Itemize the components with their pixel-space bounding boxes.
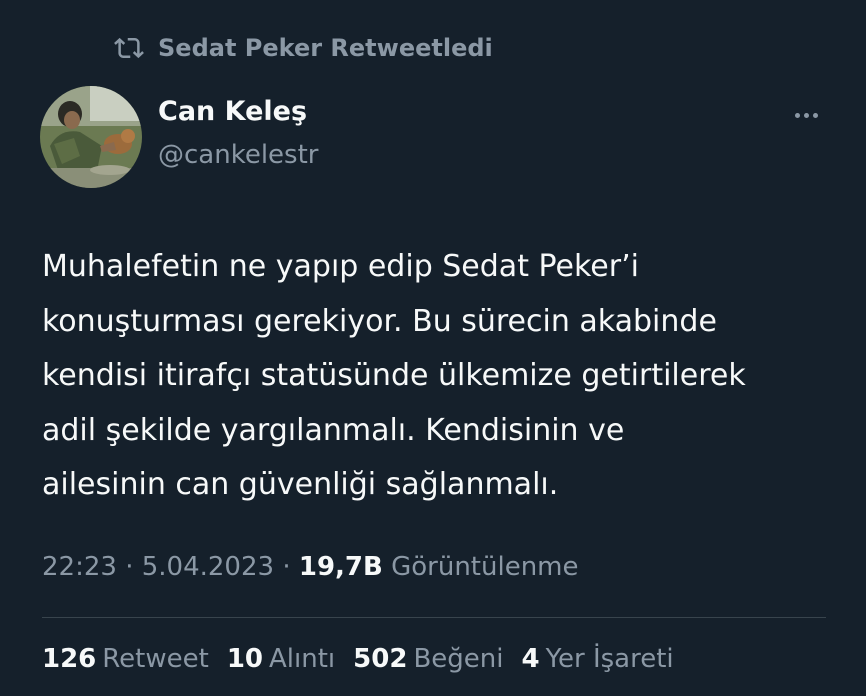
tweet-card: Sedat Peker Retweetledi Can Keleş @canke… xyxy=(0,0,866,696)
tweet-date[interactable]: 5.04.2023 xyxy=(142,552,274,582)
retweet-header[interactable]: Sedat Peker Retweetledi xyxy=(114,32,493,64)
quotes-stat[interactable]: 10 Alıntı xyxy=(227,644,335,674)
likes-label: Beğeni xyxy=(413,644,504,674)
tweet-meta: 22:23 · 5.04.2023 · 19,7B Görüntülenme xyxy=(42,552,579,582)
likes-count: 502 xyxy=(353,644,408,674)
quotes-count: 10 xyxy=(226,644,264,674)
likes-stat[interactable]: 502 Beğeni xyxy=(353,644,503,674)
tweet-time[interactable]: 22:23 xyxy=(42,552,117,582)
author-name[interactable]: Can Keleş xyxy=(158,96,307,127)
tweet-stats: 126 Retweet 10 Alıntı 502 Beğeni 4 Yer İşare… xyxy=(42,644,674,674)
quotes-label: Alıntı xyxy=(269,644,336,674)
author-handle[interactable]: @cankelestr xyxy=(158,140,318,170)
meta-separator: · xyxy=(282,552,291,582)
bookmarks-label: Yer İşareti xyxy=(545,644,674,674)
bookmarks-count: 4 xyxy=(521,644,540,674)
more-options-icon[interactable] xyxy=(786,106,826,124)
tweet-text: Muhalefetin ne yapıp edip Sedat Peker’i … xyxy=(42,249,746,502)
retweets-stat[interactable]: 126 Retweet xyxy=(42,644,209,674)
views-label: Görüntülenme xyxy=(391,552,579,582)
views-count: 19,7B xyxy=(298,552,383,582)
retweet-icon xyxy=(114,33,144,63)
meta-separator: · xyxy=(125,552,134,582)
retweet-header-text: Sedat Peker Retweetledi xyxy=(158,34,493,62)
retweets-count: 126 xyxy=(42,644,97,674)
avatar[interactable] xyxy=(40,86,142,188)
bookmarks-stat[interactable]: 4 Yer İşareti xyxy=(521,644,673,674)
retweets-label: Retweet xyxy=(102,644,209,674)
divider xyxy=(42,617,826,618)
